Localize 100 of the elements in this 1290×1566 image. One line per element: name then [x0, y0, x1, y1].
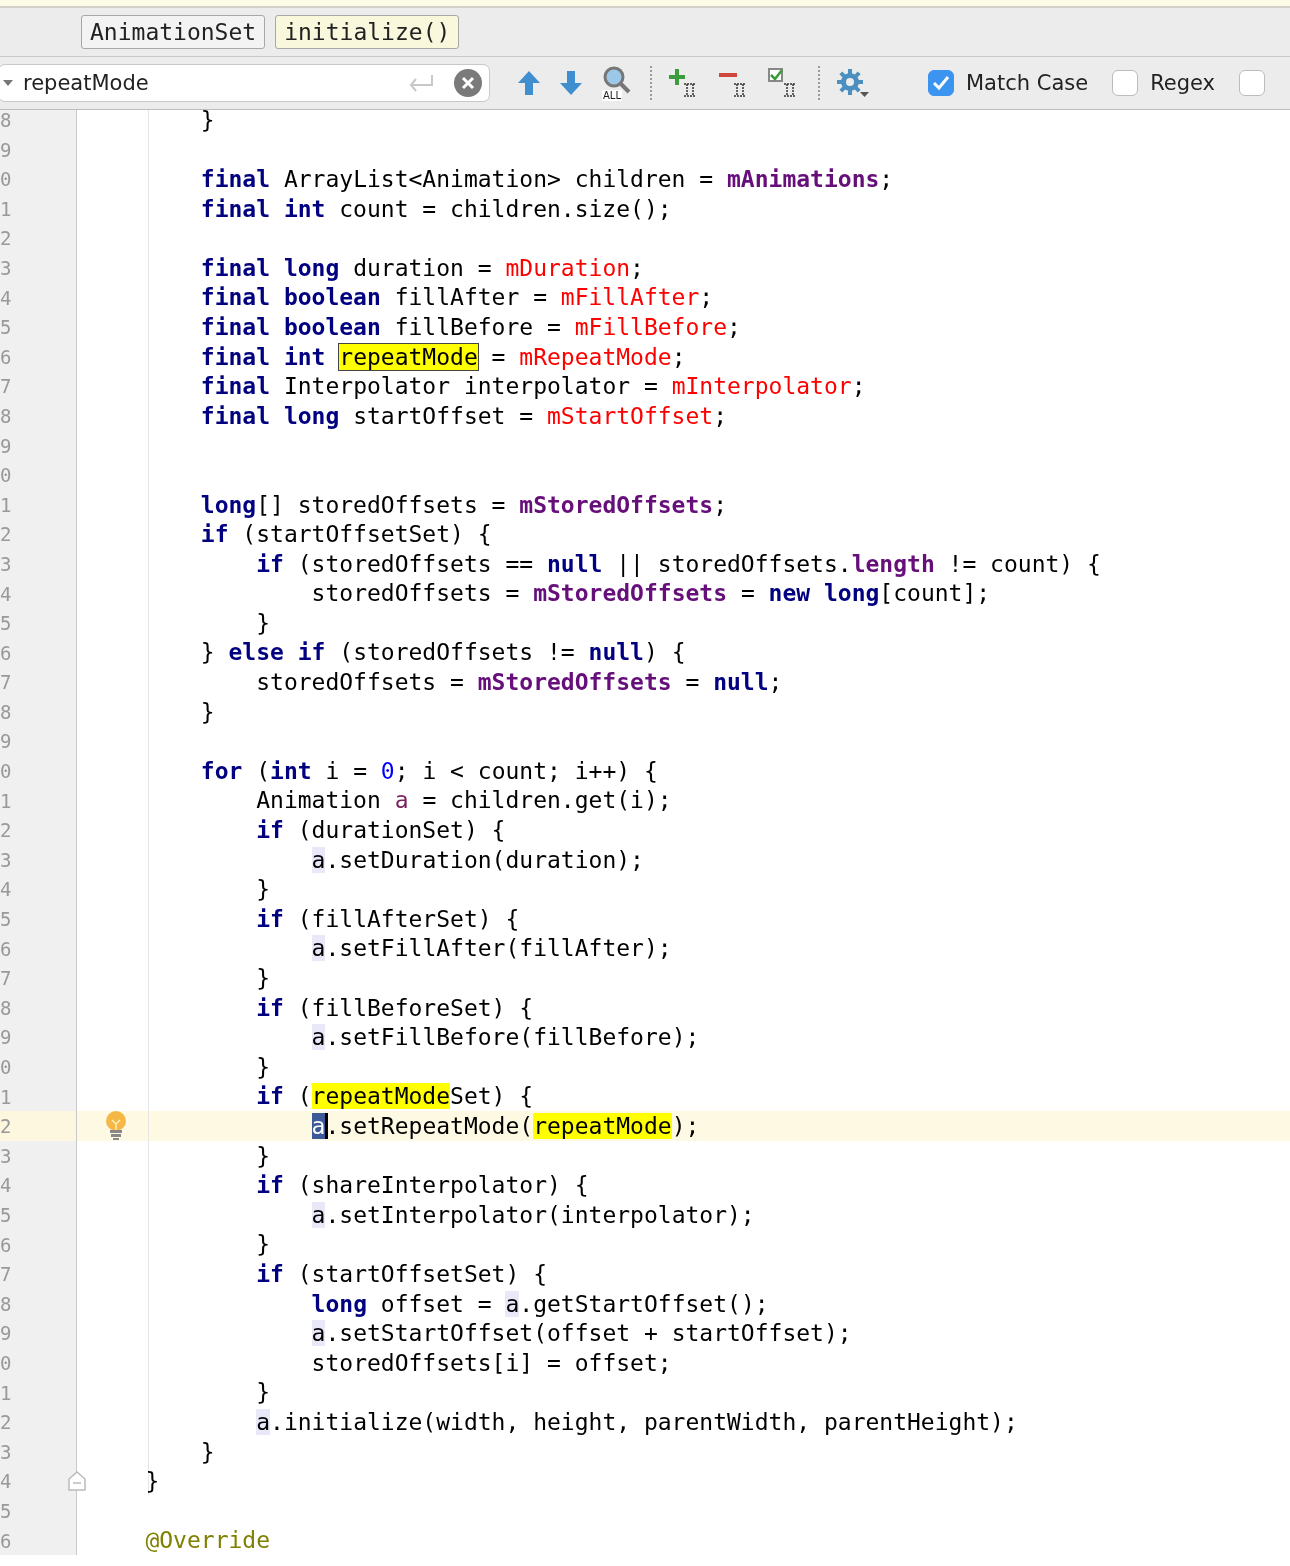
code-line: if (fillBeforeSet) { [256, 993, 534, 1022]
line-number: 0 [0, 1055, 12, 1080]
breadcrumb[interactable]: AnimationSet [81, 15, 266, 49]
line-number: 9 [0, 433, 12, 459]
line-number: 0 [0, 463, 12, 489]
line-number: 4 [0, 877, 12, 903]
code-line: } [200, 105, 215, 134]
line-number: 1 [0, 1084, 12, 1110]
line-number: 4 [0, 581, 12, 607]
line-number: 6 [0, 344, 12, 370]
dropdown-caret-icon[interactable] [3, 79, 13, 87]
line-number: 8 [0, 1291, 12, 1317]
checkbox-label[interactable]: Regex [1150, 71, 1216, 95]
line-number: 0 [0, 167, 12, 193]
code-line: a.setDuration(duration); [311, 845, 644, 874]
line-number: 6 [0, 936, 12, 962]
line-number: 2 [0, 1114, 12, 1140]
line-number: 4 [0, 285, 12, 311]
code-line: if (durationSet) { [256, 816, 506, 845]
line-number: 5 [0, 315, 12, 341]
breadcrumb[interactable]: initialize() [275, 15, 460, 49]
code-line: for (int i = 0; i < count; i++) { [200, 756, 658, 785]
line-number: 6 [0, 1528, 12, 1554]
code-line: final long duration = mDuration; [200, 253, 644, 282]
line-number: 3 [0, 847, 12, 873]
checkbox[interactable] [928, 70, 954, 96]
code-line: } [200, 697, 215, 726]
code-line: } [256, 1230, 271, 1259]
code-line: final boolean fillAfter = mFillAfter; [200, 283, 714, 312]
line-number: 2 [0, 522, 12, 548]
arrow-up-icon[interactable] [516, 70, 542, 96]
checkbox[interactable] [1239, 70, 1266, 96]
line-number: 7 [0, 374, 12, 400]
code-line: storedOffsets = mStoredOffsets = null; [256, 668, 783, 697]
code-line: if (storedOffsets == null || storedOffsets.length != count) { [256, 549, 1101, 578]
code-line: final long startOffset = mStartOffset; [200, 401, 728, 430]
search-field[interactable]: repeatMode [0, 64, 490, 102]
code-line: } [145, 1467, 160, 1496]
fold-marker-icon[interactable] [68, 1471, 86, 1492]
checkmark-icon [931, 74, 951, 92]
line-number: 1 [0, 1380, 12, 1406]
line-number: 0 [0, 759, 12, 785]
code-line: storedOffsets = mStoredOffsets = new long[count]; [311, 579, 991, 608]
code-line: long[] storedOffsets = mStoredOffsets; [200, 490, 728, 519]
find-all-button[interactable]: ALL [600, 66, 634, 100]
line-number: 5 [0, 1202, 12, 1228]
line-number: 2 [0, 1410, 12, 1436]
code-line: final ArrayList<Animation> children = mAnimations; [200, 165, 894, 193]
line-number: 1 [0, 196, 12, 222]
code-line: final int repeatMode = mRepeatMode; [200, 342, 686, 371]
line-number: 6 [0, 640, 12, 666]
code-line: } else if (storedOffsets != null) { [200, 638, 686, 667]
line-number: 5 [0, 1498, 12, 1524]
lightbulb-icon[interactable] [105, 1111, 127, 1142]
code-line: } [256, 1052, 271, 1081]
enter-icon [407, 73, 435, 93]
code-line: a.setFillBefore(fillBefore); [311, 1023, 700, 1052]
line-number: 3 [0, 1439, 12, 1465]
checkbox-label[interactable]: Match Case [966, 71, 1089, 95]
line-number: 6 [0, 1232, 12, 1258]
line-number: 1 [0, 788, 12, 814]
code-line: a.setFillAfter(fillAfter); [311, 934, 672, 963]
code-line: long offset = a.getStartOffset(); [311, 1289, 769, 1318]
line-number: 8 [0, 995, 12, 1021]
code-line: @Override [145, 1526, 270, 1555]
code-line: } [256, 608, 271, 637]
arrow-down-icon[interactable] [558, 70, 584, 96]
code-line: } [256, 1378, 271, 1407]
code-line: final boolean fillBefore = mFillBefore; [200, 312, 741, 341]
checkbox[interactable] [1112, 70, 1139, 96]
line-number: 7 [0, 1262, 12, 1288]
code-line: } [256, 964, 271, 992]
line-number: 4 [0, 1173, 12, 1199]
line-number: 9 [0, 137, 12, 163]
code-line: if (startOffsetSet) { [256, 1259, 547, 1288]
code-line: if (startOffsetSet) { [200, 520, 492, 549]
settings-icon[interactable] [836, 68, 870, 98]
code-line: if (fillAfterSet) { [256, 904, 520, 933]
line-number: 3 [0, 255, 12, 281]
line-number: 8 [0, 108, 12, 133]
line-number: 9 [0, 1321, 12, 1347]
line-number: 3 [0, 551, 12, 577]
code-line: storedOffsets[i] = offset; [311, 1348, 672, 1377]
code-line: a.setStartOffset(offset + startOffset); [311, 1319, 852, 1348]
line-number: 3 [0, 1143, 12, 1169]
line-number: 5 [0, 907, 12, 933]
clear-icon[interactable] [453, 68, 483, 98]
line-number: 8 [0, 699, 12, 725]
code-line: } [200, 1437, 215, 1466]
line-number: 0 [0, 1350, 12, 1376]
line-number: 7 [0, 966, 12, 992]
code-line: final int count = children.size(); [200, 194, 672, 223]
code-line: a.setInterpolator(interpolator); [311, 1200, 755, 1229]
line-number: 2 [0, 226, 12, 252]
code-line: if (shareInterpolator) { [256, 1171, 589, 1200]
line-number: 4 [0, 1469, 12, 1495]
code-line: } [256, 1141, 271, 1170]
line-number: 8 [0, 403, 12, 429]
line-number: 1 [0, 492, 12, 518]
line-number: 9 [0, 729, 12, 755]
